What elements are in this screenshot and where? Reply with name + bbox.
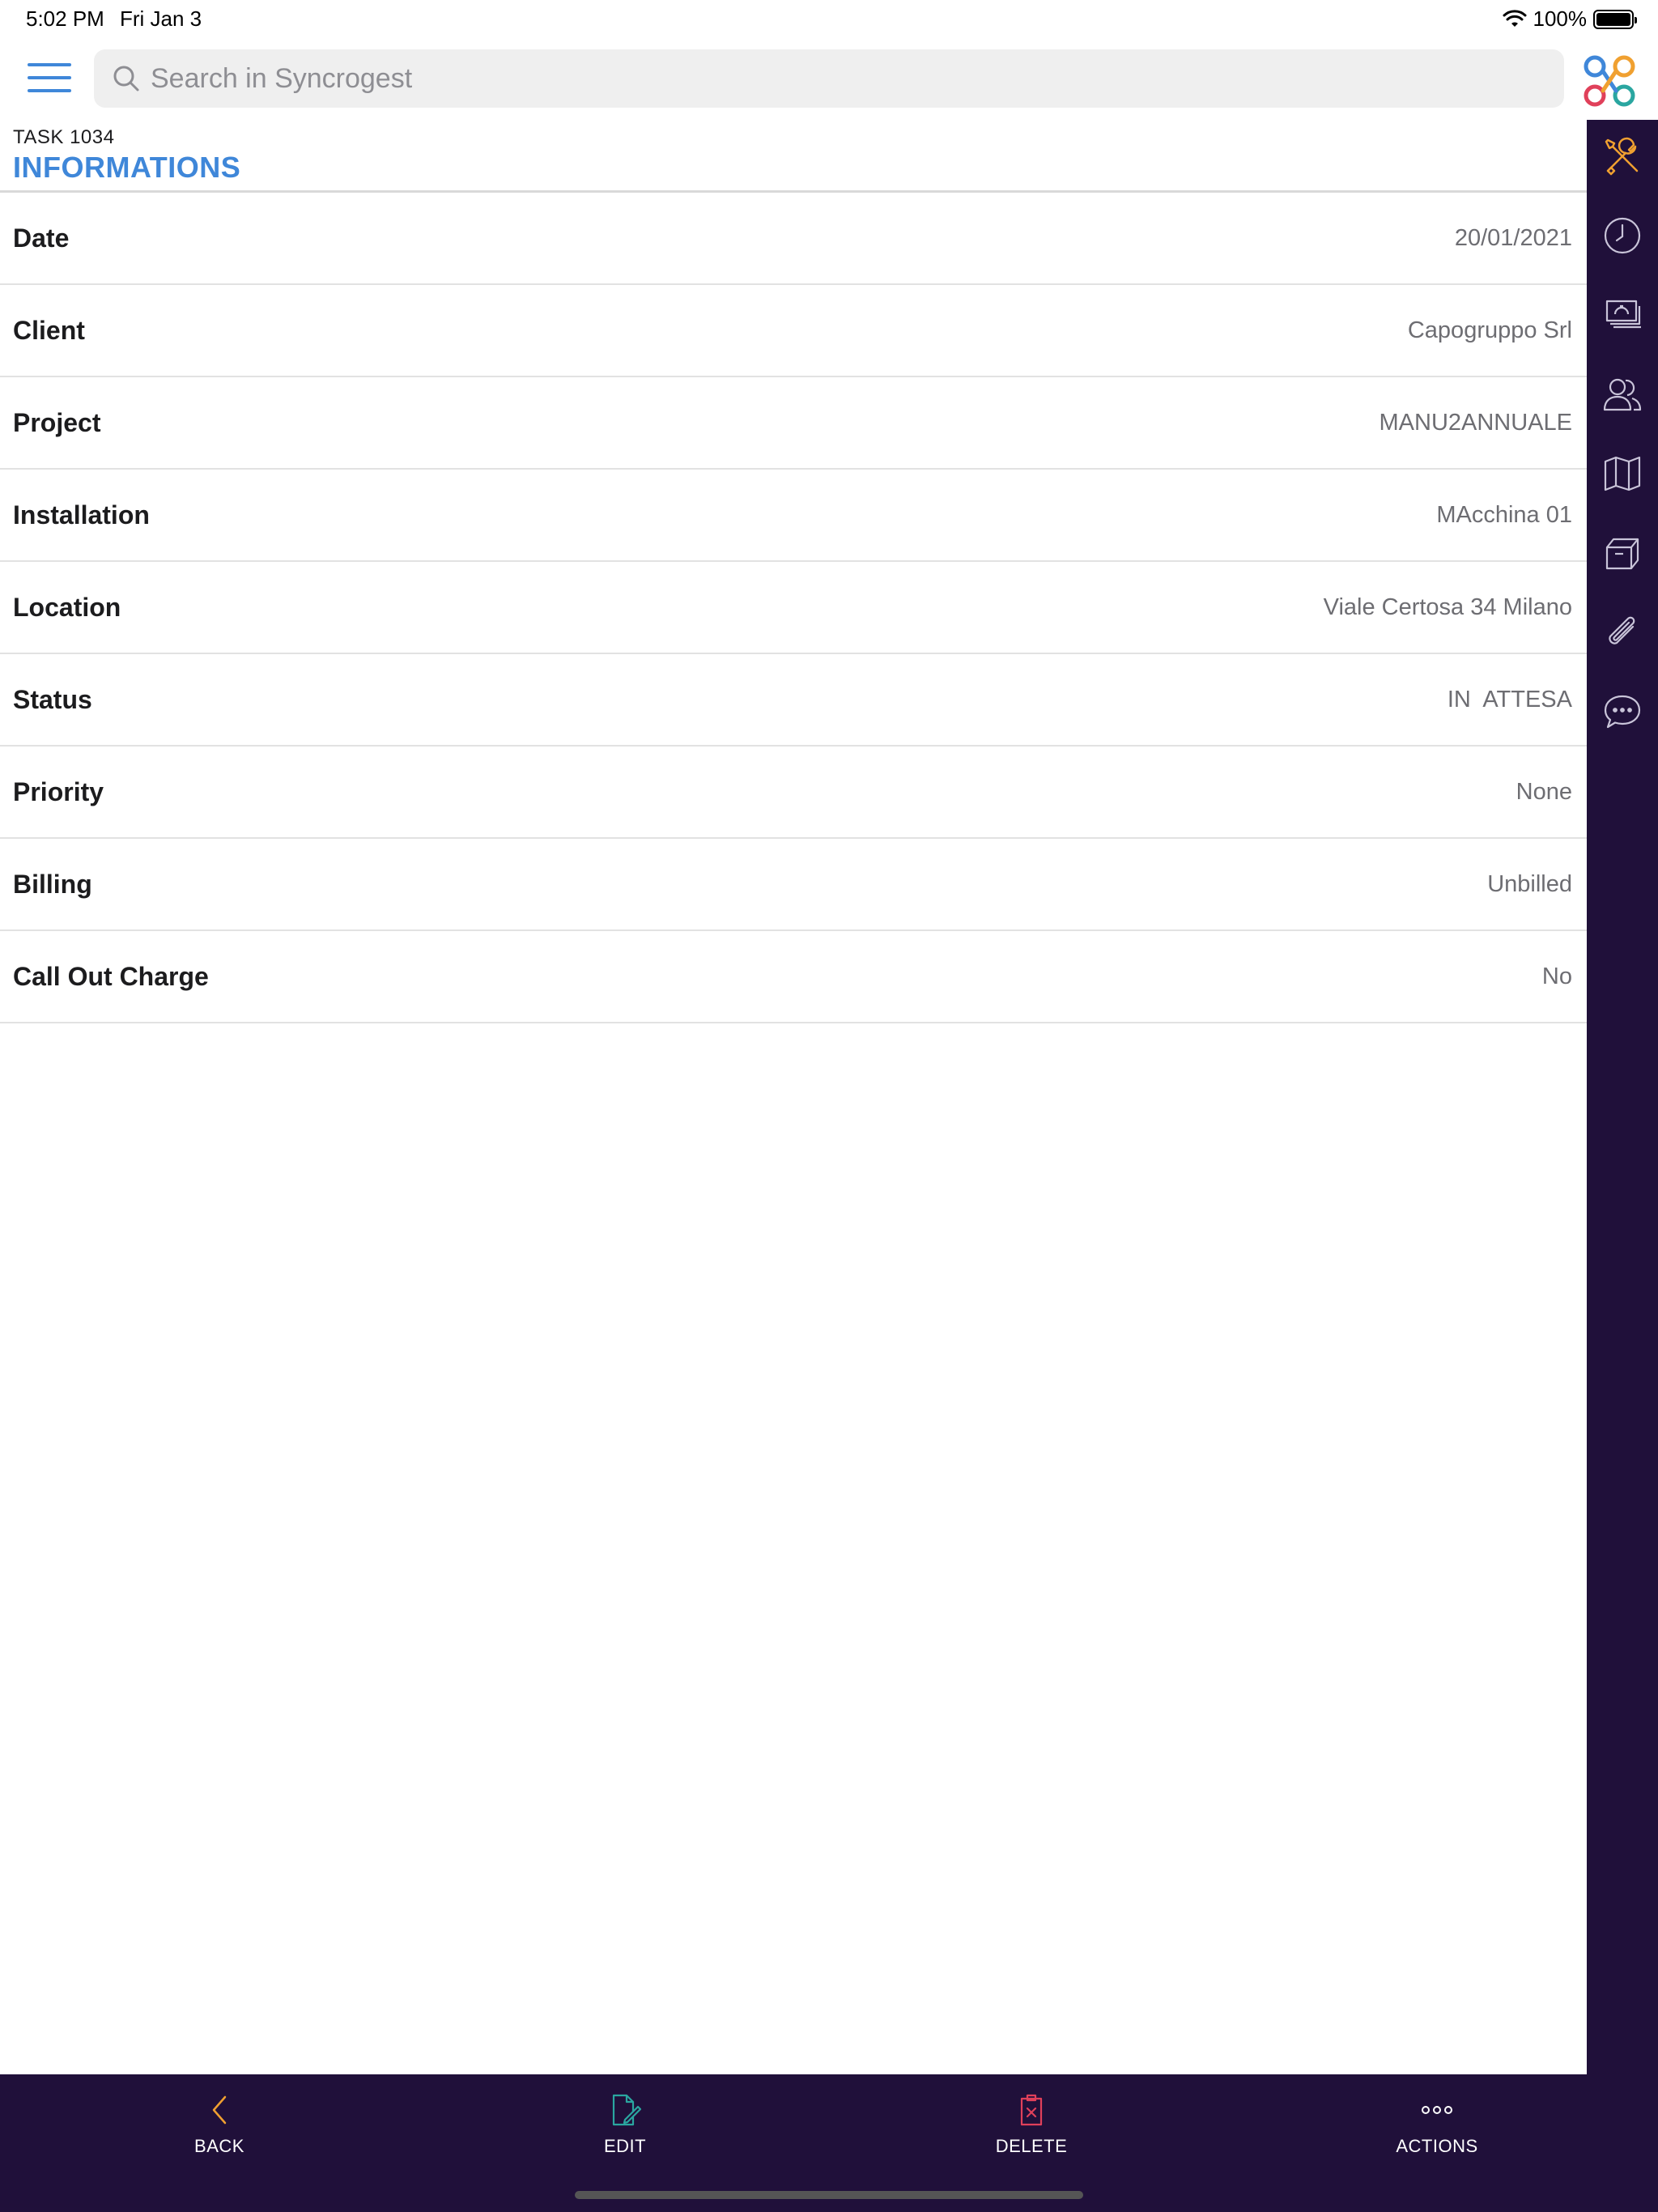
tools-icon (1605, 137, 1639, 176)
chat-icon (1604, 695, 1641, 729)
more-dots-icon (1422, 2106, 1452, 2114)
info-value: No (1541, 963, 1572, 989)
search-icon (102, 49, 151, 108)
info-label: Priority (13, 776, 104, 806)
right-navigation-rail (1587, 120, 1658, 2074)
info-value: 20/01/2021 (1454, 224, 1572, 251)
info-value: MAcchina 01 (1436, 501, 1572, 528)
rail-people-button[interactable] (1587, 358, 1658, 431)
info-label: Client (13, 315, 85, 345)
info-label: Date (13, 223, 70, 253)
info-row-installation[interactable]: Installation MAcchina 01 (0, 470, 1587, 562)
info-row-billing[interactable]: Billing Unbilled (0, 839, 1587, 931)
battery-icon (1593, 9, 1637, 29)
delete-label: DELETE (995, 2136, 1068, 2156)
rail-box-button[interactable] (1587, 517, 1658, 589)
info-row-call-out-charge[interactable]: Call Out Charge No (0, 931, 1587, 1023)
app-logo-icon[interactable] (1580, 52, 1639, 110)
info-value: Capogruppo Srl (1407, 317, 1572, 343)
info-label: Location (13, 592, 121, 622)
delete-clipboard-icon (1020, 2094, 1043, 2126)
rail-tools-button[interactable] (1587, 120, 1658, 193)
info-label: Billing (13, 869, 92, 899)
info-value: Unbilled (1487, 870, 1572, 897)
info-value: Viale Certosa 34 Milano (1323, 593, 1572, 620)
search-input[interactable] (151, 62, 1527, 95)
task-code: TASK 1034 (13, 126, 115, 148)
status-time: 5:02 PM (26, 6, 104, 31)
rail-money-button[interactable] (1587, 279, 1658, 351)
money-icon (1605, 300, 1641, 329)
map-icon (1604, 456, 1641, 491)
chevron-left-icon (212, 2095, 227, 2125)
info-list: Date 20/01/2021 Client Capogruppo Srl Pr… (0, 193, 1587, 1023)
clock-icon (1604, 217, 1641, 254)
actions-label: ACTIONS (1396, 2136, 1478, 2156)
paperclip-icon (1609, 616, 1635, 644)
battery-percent: 100% (1533, 6, 1588, 31)
status-indicators: 100% (1503, 6, 1637, 32)
edit-label: EDIT (603, 2136, 647, 2156)
rail-clock-button[interactable] (1587, 199, 1658, 272)
info-row-client[interactable]: Client Capogruppo Srl (0, 285, 1587, 377)
status-date: Fri Jan 3 (120, 6, 202, 31)
info-value: None (1516, 778, 1572, 805)
edit-button[interactable]: EDIT (544, 2091, 706, 2157)
hamburger-menu-button[interactable] (23, 55, 76, 100)
edit-document-icon (612, 2094, 641, 2126)
info-row-project[interactable]: Project MANU2ANNUALE (0, 377, 1587, 470)
section-title: INFORMATIONS (13, 151, 241, 184)
info-value: MANU2ANNUALE (1379, 409, 1573, 436)
info-label: Installation (13, 500, 150, 530)
info-row-date[interactable]: Date 20/01/2021 (0, 193, 1587, 285)
wifi-icon (1503, 9, 1526, 27)
back-label: BACK (194, 2136, 244, 2156)
search-bar[interactable] (94, 49, 1564, 108)
info-label: Project (13, 407, 101, 437)
info-label: Status (13, 684, 92, 714)
status-bar: 5:02 PM Fri Jan 3 100% (0, 0, 1658, 39)
rail-map-button[interactable] (1587, 437, 1658, 510)
back-button[interactable]: BACK (138, 2091, 300, 2157)
info-row-location[interactable]: Location Viale Certosa 34 Milano (0, 562, 1587, 654)
box-icon (1605, 538, 1639, 570)
home-indicator[interactable] (575, 2191, 1083, 2199)
rail-chat-button[interactable] (1587, 675, 1658, 748)
people-icon (1603, 378, 1642, 411)
info-label: Call Out Charge (13, 961, 209, 991)
delete-button[interactable]: DELETE (950, 2091, 1112, 2157)
actions-button[interactable]: ACTIONS (1356, 2091, 1518, 2157)
info-row-priority[interactable]: Priority None (0, 747, 1587, 839)
info-value: IN ATTESA (1447, 686, 1572, 713)
info-row-status[interactable]: Status IN ATTESA (0, 654, 1587, 747)
rail-attachment-button[interactable] (1587, 596, 1658, 669)
